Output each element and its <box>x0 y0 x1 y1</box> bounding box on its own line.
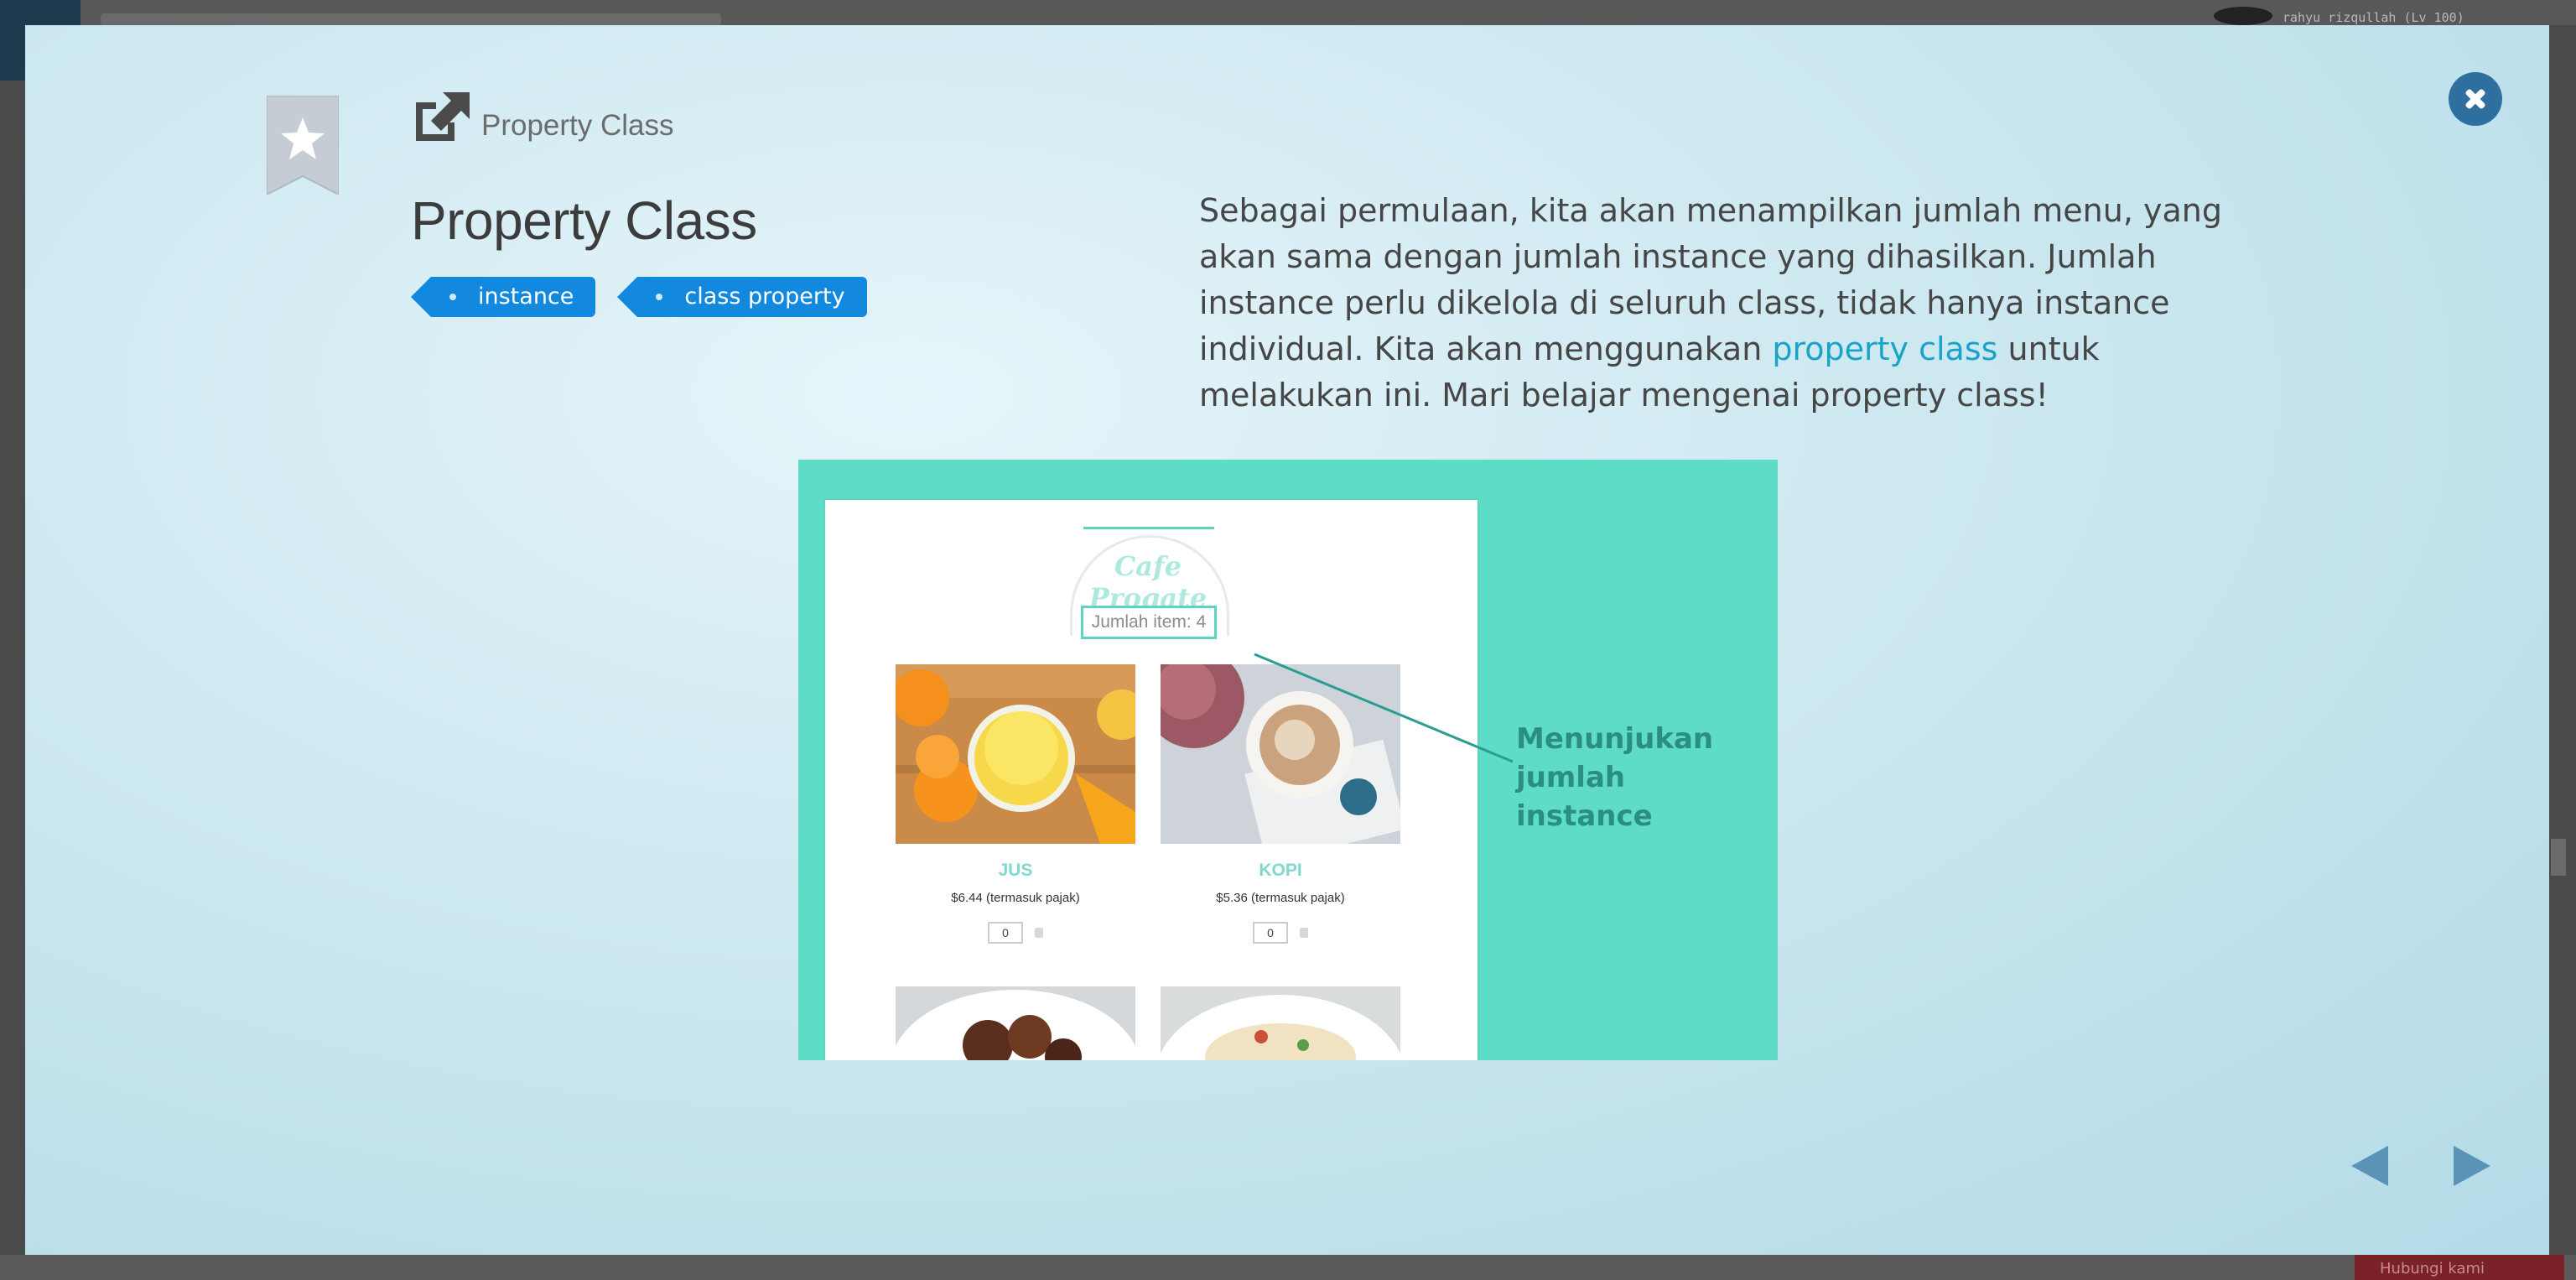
menu-card-juice: JUS $6.44 (termasuk pajak) 0 <box>896 664 1135 944</box>
tag-list: instance class property <box>410 277 867 317</box>
slide-description: Sebagai permulaan, kita akan menampilkan… <box>1199 188 2264 419</box>
menu-price: $5.36 (termasuk pajak) <box>1216 891 1345 905</box>
slide-subtitle: Property Class <box>481 109 674 142</box>
juice-photo <box>896 664 1135 844</box>
close-button[interactable] <box>2449 72 2502 126</box>
slide-illustration: Cafe Progate Jumlah item: 4 JUS $6.44 (t… <box>798 460 1778 1060</box>
prev-arrow-icon[interactable] <box>2348 1142 2392 1189</box>
background-search-bar <box>101 13 721 25</box>
bookmark-star-icon[interactable] <box>267 96 339 195</box>
pasta-photo <box>1161 986 1400 1060</box>
external-link-icon[interactable] <box>411 91 471 146</box>
background-username: rahyu rizqullah (Lv 100) <box>2283 10 2464 25</box>
curry-photo <box>896 986 1135 1060</box>
menu-name: JUS <box>998 861 1033 880</box>
menu-card-coffee: KOPI $5.36 (termasuk pajak) 0 <box>1161 664 1400 944</box>
callout-label: Menunjukan jumlah instance <box>1516 722 1714 833</box>
quantity-unit-icon <box>1300 928 1308 938</box>
slide-modal: Property Class Property Class instance c… <box>25 25 2549 1255</box>
cafe-logo: Cafe Progate <box>1088 550 1208 614</box>
item-counter: Jumlah item: 4 <box>1081 606 1217 639</box>
property-class-link[interactable]: property class <box>1772 330 1997 367</box>
quantity-input: 0 <box>988 922 1023 944</box>
coffee-photo <box>1161 664 1400 844</box>
menu-name: KOPI <box>1259 861 1302 880</box>
next-arrow-icon[interactable] <box>2450 1142 2494 1189</box>
quantity-control: 0 <box>896 922 1135 944</box>
tag-instance[interactable]: instance <box>410 277 596 317</box>
app-preview: Cafe Progate Jumlah item: 4 JUS $6.44 (t… <box>825 500 1478 1060</box>
background-bottombar <box>0 1255 2576 1280</box>
menu-price: $6.44 (termasuk pajak) <box>951 891 1080 905</box>
quantity-input: 0 <box>1253 922 1288 944</box>
slide-title: Property Class <box>411 190 757 251</box>
background-avatar <box>2214 7 2272 25</box>
quantity-control: 0 <box>1161 922 1400 944</box>
slide-header: Property Class <box>411 91 674 146</box>
header-divider <box>1083 527 1214 529</box>
quantity-unit-icon <box>1035 928 1043 938</box>
tag-class-property[interactable]: class property <box>617 277 867 317</box>
background-contact-button: Hubungi kami <box>2355 1255 2564 1280</box>
background-scrollbar <box>2551 839 2566 876</box>
